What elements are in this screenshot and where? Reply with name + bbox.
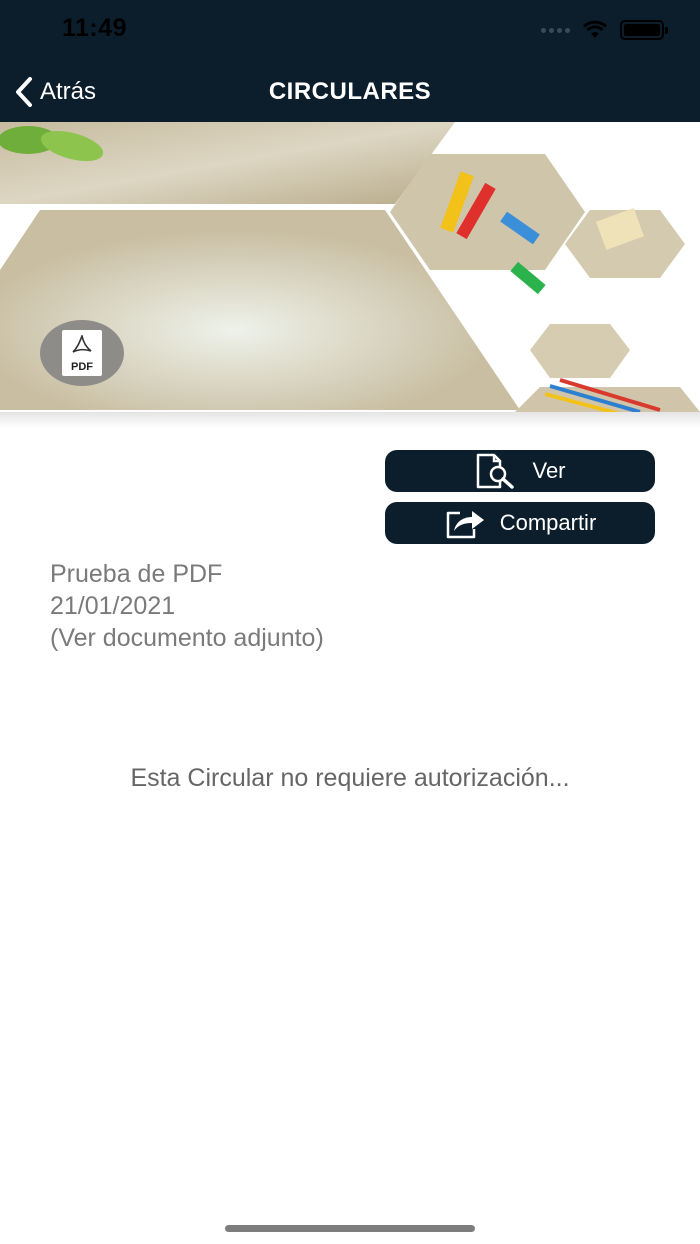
home-indicator[interactable]	[225, 1225, 475, 1232]
circular-date: 21/01/2021	[50, 592, 176, 620]
authorization-note: Esta Circular no requiere autorización..…	[130, 764, 570, 792]
wifi-icon	[582, 20, 608, 38]
page-title: CIRCULARES	[268, 78, 432, 105]
status-time: 11:49	[62, 14, 128, 42]
battery-icon	[620, 20, 668, 40]
share-icon	[446, 511, 484, 539]
navigation-bar: 11:49 Atrás CIRCULARES	[0, 0, 700, 122]
view-button[interactable]: Ver	[385, 450, 655, 492]
share-label: Compartir	[499, 510, 597, 535]
banner-shadow	[0, 412, 700, 428]
view-label: Ver	[532, 458, 566, 483]
pdf-document-icon: PDF	[62, 330, 102, 376]
circular-title: Prueba de PDF	[50, 560, 223, 588]
status-icons	[541, 20, 668, 40]
back-label: Atrás	[40, 78, 97, 105]
attachment-note: (Ver documento adjunto)	[50, 624, 324, 652]
cellular-signal-icon	[541, 27, 570, 33]
share-button[interactable]: Compartir	[385, 502, 655, 544]
pdf-file-badge[interactable]: PDF	[40, 320, 124, 386]
acrobat-icon	[72, 335, 92, 353]
back-button[interactable]: Atrás	[14, 72, 96, 112]
circular-info: Prueba de PDF 21/01/2021 (Ver documento …	[50, 558, 324, 654]
chevron-left-icon	[16, 77, 32, 107]
view-document-icon	[477, 453, 515, 489]
pdf-label: PDF	[71, 361, 93, 373]
